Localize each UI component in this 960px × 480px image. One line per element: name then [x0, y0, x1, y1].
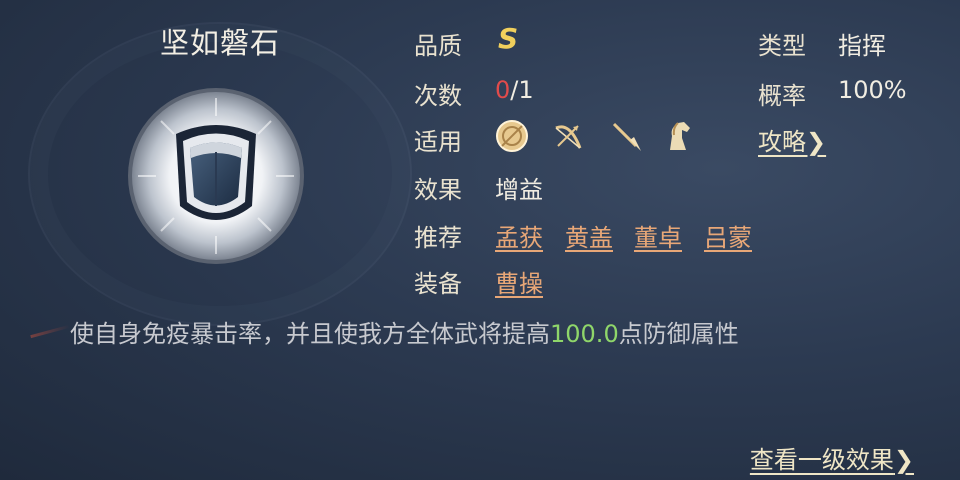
chevron-right-icon: ❯: [893, 446, 914, 474]
recommend-label: 推荐: [414, 224, 462, 252]
quality-grade: S: [498, 22, 519, 55]
recommend-hero-2[interactable]: 黄盖: [565, 218, 613, 253]
rate-label: 概率: [758, 82, 806, 110]
recommend-hero-1[interactable]: 孟获: [495, 218, 543, 253]
guide-link[interactable]: 攻略❯: [758, 122, 826, 157]
description-value: 100.0: [550, 320, 619, 348]
skill-title: 坚如磐石: [159, 26, 280, 60]
guide-link-label: 攻略: [758, 128, 806, 156]
quality-label: 品质: [414, 32, 462, 60]
chevron-right-icon: ❯: [806, 128, 827, 156]
effect-label: 效果: [414, 176, 462, 204]
view-level-one-effect-label: 查看一级效果: [749, 446, 894, 474]
view-level-one-effect-link[interactable]: 查看一级效果❯: [750, 440, 914, 475]
rate-value: 100%: [838, 76, 907, 104]
shield-unit-icon[interactable]: [494, 118, 530, 154]
count-used: 0: [495, 76, 511, 104]
spear-unit-icon[interactable]: [608, 118, 644, 154]
skill-description: 使自身免疫暴击率，并且使我方全体武将提高100.0点防御属性: [70, 314, 739, 349]
recommend-hero-4[interactable]: 吕蒙: [704, 218, 752, 253]
description-text-before: 使自身免疫暴击率，并且使我方全体武将提高: [70, 320, 550, 348]
apply-label: 适用: [414, 128, 462, 156]
count-label: 次数: [414, 82, 462, 110]
equip-label: 装备: [414, 270, 462, 298]
recommend-hero-3[interactable]: 董卓: [634, 218, 682, 253]
cavalry-unit-icon[interactable]: [660, 118, 696, 154]
count-value: 0/1: [495, 76, 534, 104]
background-streak: [30, 324, 70, 339]
bow-unit-icon[interactable]: [550, 118, 586, 154]
count-total: /1: [510, 76, 534, 104]
equip-hero-link[interactable]: 曹操: [495, 264, 543, 299]
description-text-after: 点防御属性: [618, 320, 739, 348]
type-label: 类型: [758, 32, 806, 60]
effect-value: 增益: [495, 176, 543, 204]
type-value: 指挥: [838, 32, 886, 60]
shield-icon: [126, 86, 306, 266]
